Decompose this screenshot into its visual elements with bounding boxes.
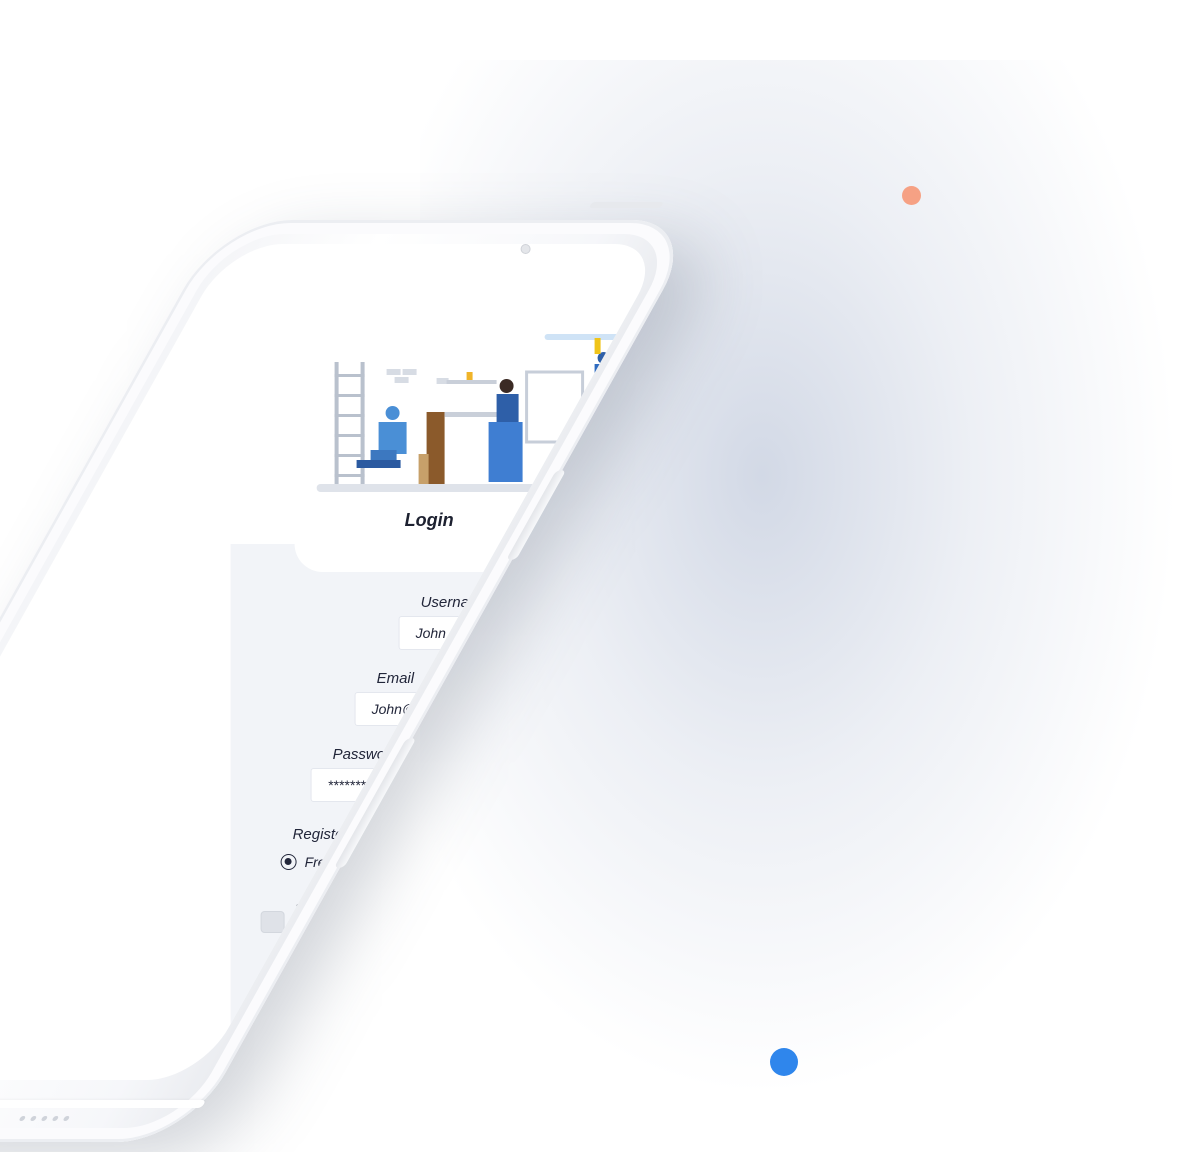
decorative-orange-dot	[902, 186, 921, 205]
radio-selected-icon	[280, 854, 297, 870]
eye-off-icon[interactable]	[625, 778, 642, 794]
camera-icon	[520, 244, 531, 254]
speaker-grill	[18, 1116, 71, 1121]
terms-prefix: By signing up you agree to the	[294, 901, 478, 917]
speaker-slot	[588, 202, 665, 208]
terms-checkbox[interactable]	[260, 911, 285, 933]
app-content: Login Signup Username John Doe Email Joh…	[230, 244, 667, 1080]
terms-text: By signing up you agree to the terms and…	[295, 899, 595, 941]
radio-freelance[interactable]: Freelance	[280, 854, 367, 870]
privacy-policy-link[interactable]: privacy policy	[386, 922, 467, 938]
phone-mockup: Login Signup Username John Doe Email Joh…	[0, 202, 702, 1142]
terms-link[interactable]: terms and conditions	[295, 901, 542, 938]
bottom-card-edge	[0, 1100, 207, 1108]
password-value: **********	[327, 777, 383, 793]
password-field[interactable]: **********	[310, 768, 661, 802]
username-label: Username	[420, 594, 490, 611]
radio-unselected-icon	[420, 854, 437, 870]
email-field[interactable]: John@gmail.com	[354, 692, 667, 726]
radio-employer-label: Employer	[444, 854, 504, 870]
radio-employer[interactable]: Employer	[420, 854, 504, 870]
terms-middle: and	[359, 922, 383, 938]
password-label: Password	[332, 746, 399, 763]
phone-screen: Login Signup Username John Doe Email Joh…	[0, 244, 667, 1080]
background-glow	[420, 60, 1180, 1100]
tab-login[interactable]: Login	[405, 510, 454, 531]
or-divider-text: Or	[386, 1046, 406, 1063]
auth-tabs: Login Signup	[294, 494, 667, 572]
email-label: Email	[376, 670, 415, 687]
terms-suffix: of Mywork	[470, 922, 533, 938]
decorative-blue-dot	[770, 1048, 798, 1076]
email-value: John@gmail.com	[371, 701, 480, 717]
tab-signup[interactable]: Signup	[553, 510, 614, 531]
workers-illustration	[316, 334, 667, 492]
username-field[interactable]: John Doe	[398, 616, 667, 650]
username-value: John Doe	[415, 625, 476, 641]
register-button[interactable]: REGISTER	[290, 974, 509, 1014]
